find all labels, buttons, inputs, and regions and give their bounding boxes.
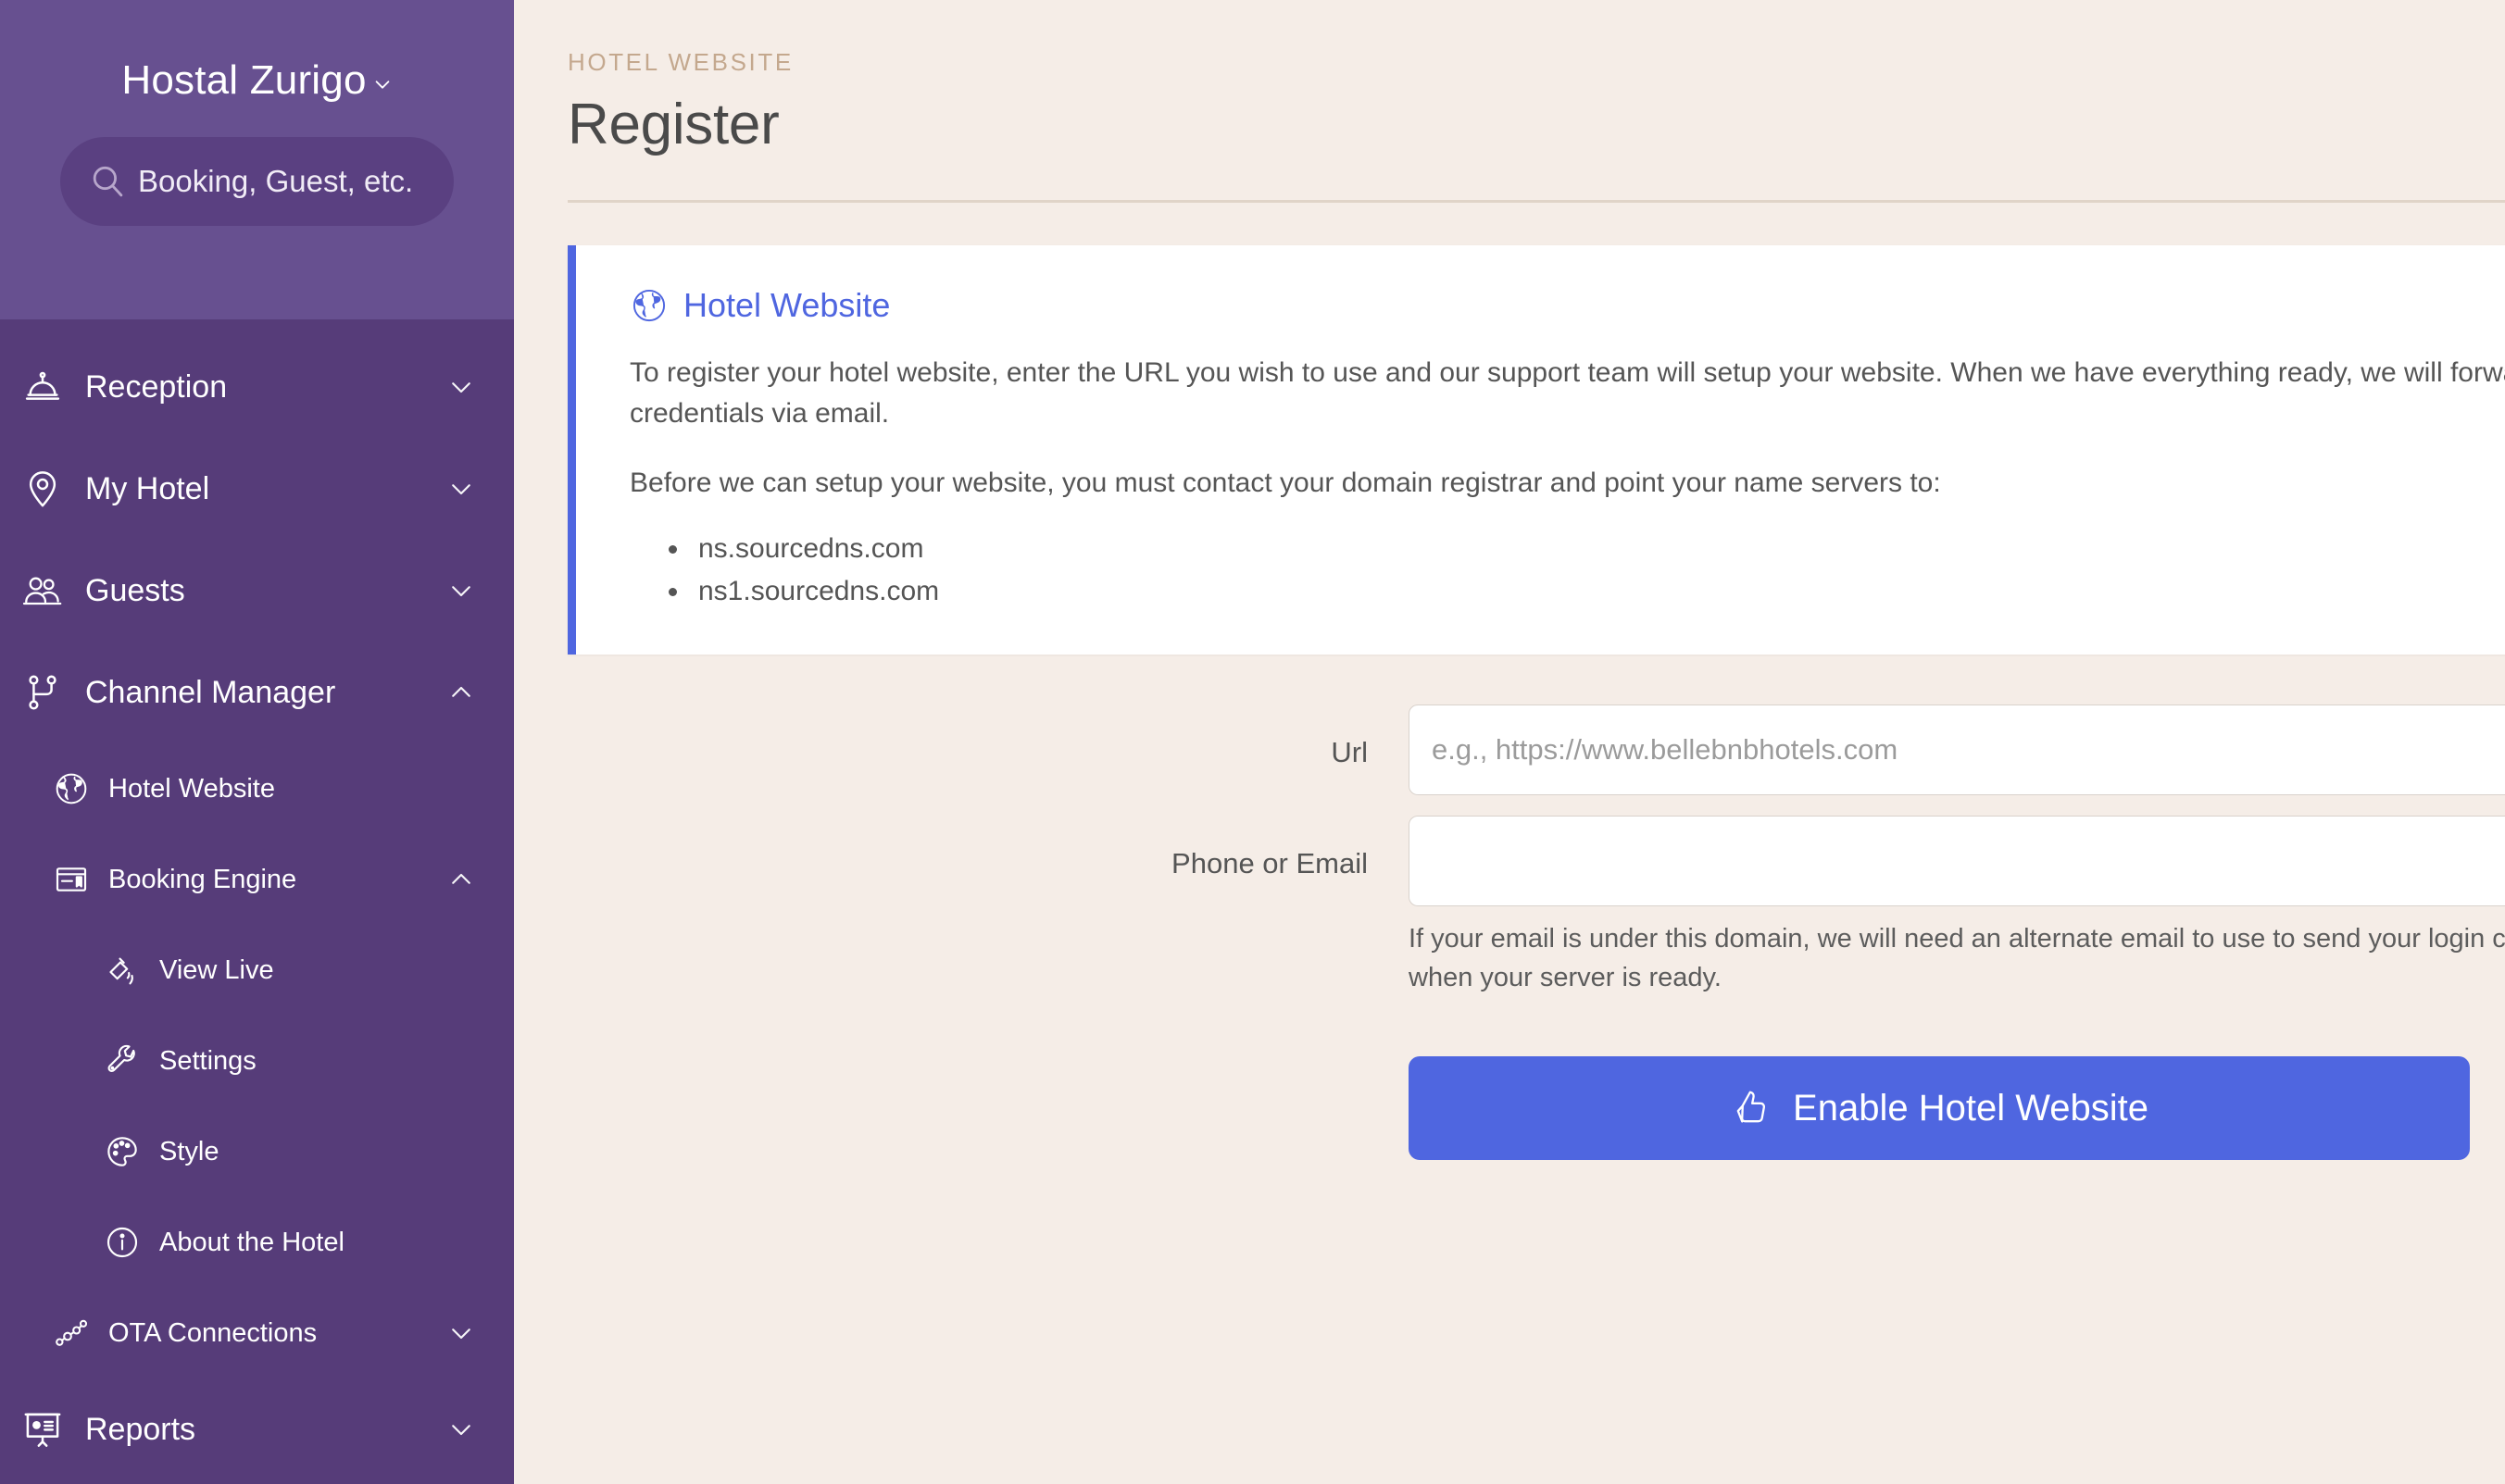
chevron-down-icon[interactable] [447, 475, 475, 503]
sidebar-item-label: OTA Connections [108, 1317, 318, 1348]
page-title: Register [568, 93, 780, 156]
info-card-header: Hotel Website [630, 286, 2505, 325]
globe-icon [51, 768, 92, 809]
chevron-down-icon[interactable] [447, 373, 475, 401]
sidebar-item-booking-engine[interactable]: Booking Engine [0, 834, 514, 925]
brand-selector[interactable]: Hostal Zurigo [121, 57, 392, 104]
url-field-row: Url [549, 705, 2505, 796]
contact-field-control: If your email is under this domain, we w… [1409, 816, 2505, 997]
sidebar-item-label: Settings [159, 1045, 257, 1076]
brand-name: Hostal Zurigo [121, 57, 367, 103]
chevron-up-icon[interactable] [447, 679, 475, 706]
sidebar-item-reports[interactable]: Reports [0, 1378, 514, 1480]
nameserver-list: ns.sourcedns.com ns1.sourcedns.com [691, 528, 2505, 612]
header-divider [568, 200, 2505, 203]
sidebar-item-my-hotel[interactable]: My Hotel [0, 438, 514, 540]
enable-hotel-website-button[interactable]: Enable Hotel Website [1409, 1056, 2470, 1161]
main-content: HOTEL WEBSITE Register Hotel Website To … [514, 0, 2505, 1484]
url-input[interactable] [1409, 705, 2505, 796]
sidebar-item-channel-manager[interactable]: Channel Manager [0, 642, 514, 743]
sidebar-item-label: My Hotel [85, 470, 210, 506]
submit-spacer [549, 1056, 1409, 1160]
nodes-icon [51, 1313, 92, 1353]
list-item: ns.sourcedns.com [691, 528, 2505, 570]
info-card-paragraph-1: To register your hotel website, enter th… [630, 357, 2505, 430]
sidebar-item-label: About the Hotel [159, 1227, 344, 1257]
url-field-control [1409, 705, 2505, 796]
sidebar-item-hotel-website[interactable]: Hotel Website [0, 743, 514, 834]
contact-field-row: Phone or Email If your email is under th… [549, 816, 2505, 997]
sidebar-item-label: Hotel Website [108, 773, 275, 804]
wrench-icon [102, 1041, 143, 1081]
sidebar-item-guests[interactable]: Guests [0, 540, 514, 642]
sidebar: Hostal Zurigo Booking, Guest, etc. Recep… [0, 0, 514, 1484]
chevron-down-icon[interactable] [447, 1415, 475, 1443]
sidebar-item-label: Booking Engine [108, 864, 297, 894]
phone-or-email-input[interactable] [1409, 816, 2505, 907]
sidebar-item-ota-connections[interactable]: OTA Connections [0, 1288, 514, 1378]
sidebar-item-about-the-hotel[interactable]: About the Hotel [0, 1197, 514, 1288]
chevron-up-icon[interactable] [447, 866, 475, 893]
app-root: Hostal Zurigo Booking, Guest, etc. Recep… [0, 0, 2505, 1484]
sidebar-item-label: Channel Manager [85, 674, 336, 710]
register-form: Url Phone or Email If your email is unde… [549, 705, 2505, 1161]
chevron-down-icon[interactable] [447, 1319, 475, 1347]
list-item: ns1.sourcedns.com [691, 570, 2505, 613]
breadcrumb: HOTEL WEBSITE [568, 48, 794, 76]
page-header: HOTEL WEBSITE Register [549, 0, 2470, 157]
contact-field-label: Phone or Email [1171, 847, 1368, 880]
contact-field-help: If your email is under this domain, we w… [1409, 924, 2505, 993]
info-card-title: Hotel Website [683, 286, 891, 324]
sidebar-item-label: View Live [159, 954, 274, 985]
sidebar-nav: Reception My Hotel Guests Channel Manage… [0, 319, 514, 1480]
submit-row: Enable Hotel Website [549, 1056, 2470, 1161]
sidebar-item-label: Reception [85, 368, 228, 405]
sidebar-item-view-live[interactable]: View Live [0, 925, 514, 1016]
broadcast-icon [102, 950, 143, 991]
url-field-label: Url [1331, 736, 1368, 769]
sidebar-header: Hostal Zurigo Booking, Guest, etc. [0, 0, 514, 319]
palette-icon [102, 1131, 143, 1172]
search-icon [88, 162, 127, 201]
booking-window-icon [51, 859, 92, 900]
sidebar-item-label: Reports [85, 1411, 196, 1447]
submit-button-label: Enable Hotel Website [1793, 1087, 2148, 1129]
thumbs-up-icon [1730, 1087, 1772, 1129]
map-pin-icon [19, 465, 67, 513]
sidebar-item-label: Guests [85, 572, 185, 608]
info-circle-icon [102, 1222, 143, 1263]
info-card-paragraph-2: Before we can setup your website, you mu… [630, 467, 1941, 498]
chevron-down-icon [372, 74, 393, 94]
search-input[interactable]: Booking, Guest, etc. [60, 137, 454, 226]
sidebar-item-reception[interactable]: Reception [0, 336, 514, 438]
sidebar-item-style[interactable]: Style [0, 1106, 514, 1197]
branch-icon [19, 668, 67, 717]
sidebar-item-label: Style [159, 1136, 219, 1166]
people-icon [19, 567, 67, 615]
search-placeholder: Booking, Guest, etc. [138, 164, 414, 198]
sidebar-item-settings[interactable]: Settings [0, 1016, 514, 1106]
globe-icon [630, 286, 669, 325]
presentation-icon [19, 1405, 67, 1453]
info-card: Hotel Website To register your hotel web… [568, 245, 2505, 655]
bell-icon [19, 363, 67, 411]
chevron-down-icon[interactable] [447, 577, 475, 605]
